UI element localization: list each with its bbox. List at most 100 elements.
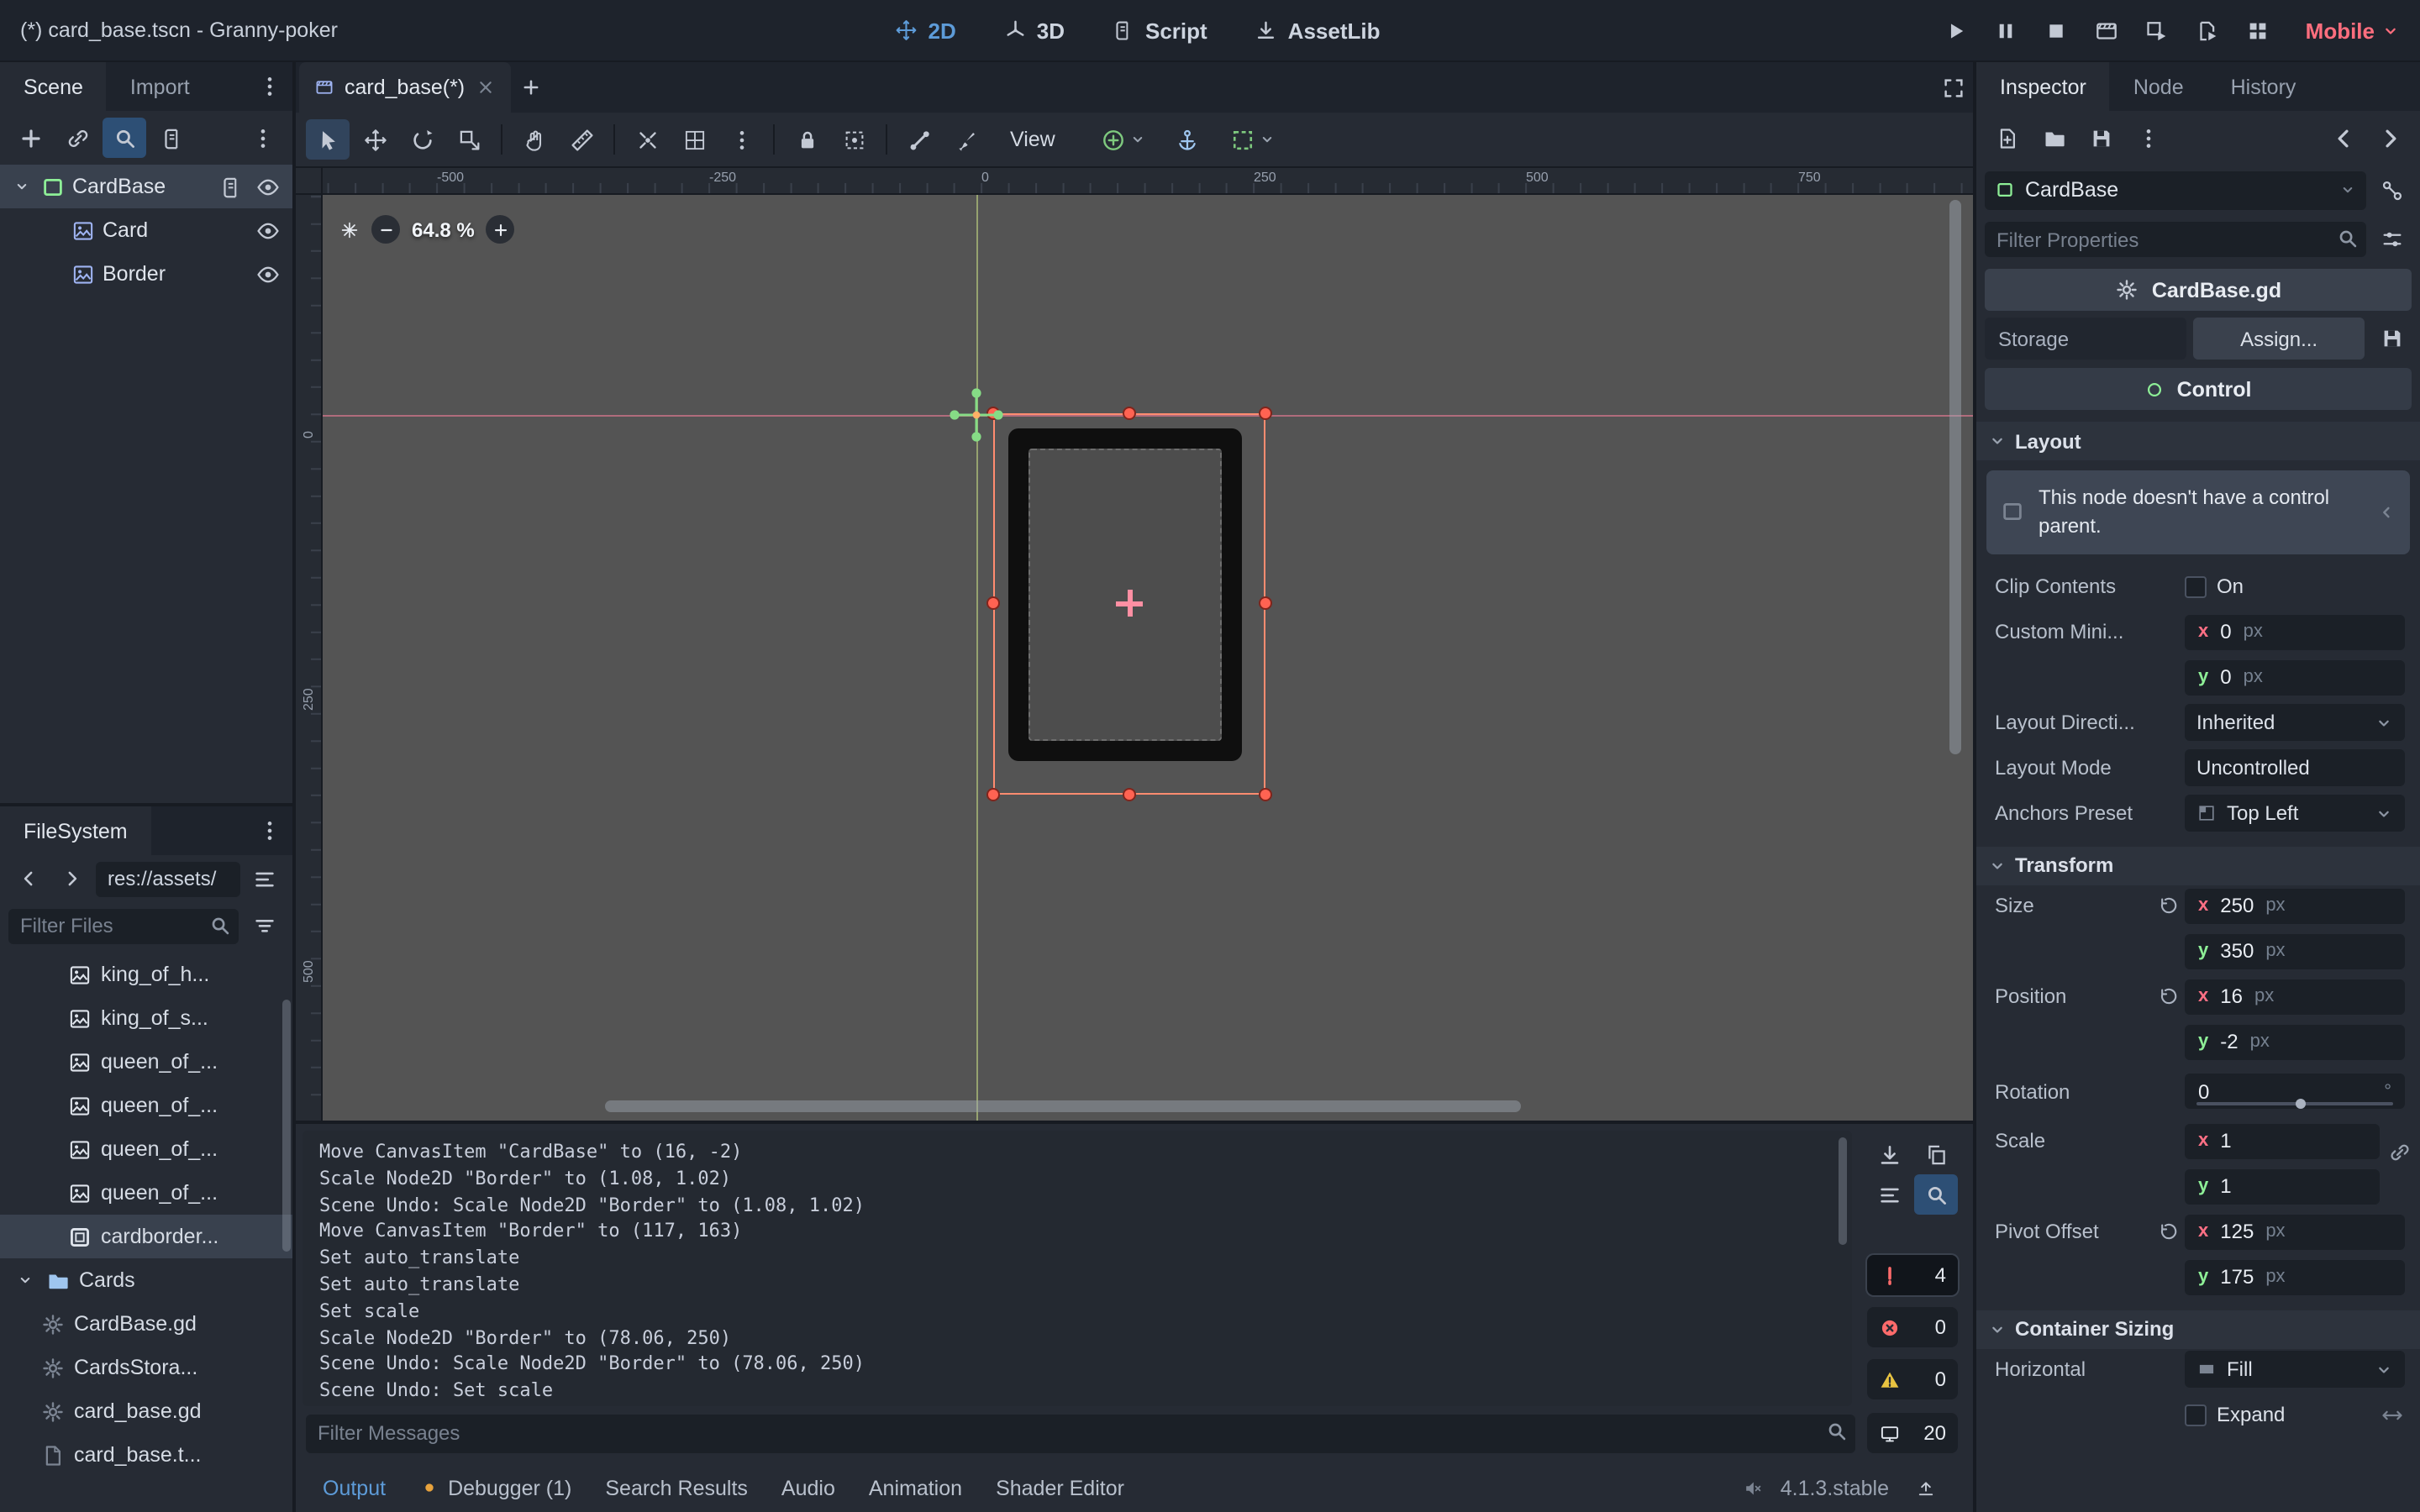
history-back-button[interactable] bbox=[2321, 118, 2365, 158]
node-selector-dropdown[interactable]: CardBase bbox=[1985, 171, 2366, 209]
expand-bottom-panel-button[interactable] bbox=[1906, 1469, 1946, 1506]
file-queen-of[interactable]: queen_of_... bbox=[0, 1084, 292, 1127]
nav-back-button[interactable] bbox=[8, 860, 49, 897]
run-target-dropdown[interactable]: Mobile bbox=[2306, 18, 2400, 43]
snap-indicator-icon[interactable] bbox=[339, 219, 360, 239]
tree-node-card[interactable]: Card bbox=[0, 208, 292, 252]
load-resource-button[interactable] bbox=[2032, 118, 2075, 158]
scale-x-field[interactable]: x 1 bbox=[2185, 1123, 2380, 1158]
bottom-tab-output[interactable]: Output bbox=[323, 1476, 386, 1499]
file-king-of-s[interactable]: king_of_s... bbox=[0, 996, 292, 1040]
rotation-slider[interactable] bbox=[2196, 1102, 2393, 1105]
dock-tab-import[interactable]: Import bbox=[107, 62, 213, 111]
workspace-2d[interactable]: 2D bbox=[877, 11, 972, 50]
visibility-toggle[interactable] bbox=[249, 212, 286, 249]
tree-node-cardbase[interactable]: CardBase bbox=[0, 165, 292, 208]
revert-icon[interactable] bbox=[2158, 1221, 2180, 1242]
file-cardbase-gd[interactable]: CardBase.gd bbox=[0, 1302, 292, 1346]
resource-path-input[interactable] bbox=[96, 861, 240, 896]
save-resource-button[interactable] bbox=[2371, 320, 2412, 357]
zoom-in-button[interactable] bbox=[487, 215, 515, 244]
play-custom-button[interactable] bbox=[2185, 10, 2230, 50]
file-cardborder[interactable]: cardborder... bbox=[0, 1215, 292, 1258]
selection-handle[interactable] bbox=[1259, 596, 1272, 610]
mute-icon[interactable] bbox=[1744, 1478, 1764, 1498]
add-node-button[interactable] bbox=[8, 118, 52, 158]
file-cards[interactable]: Cards bbox=[0, 1258, 292, 1302]
add-resource-button[interactable] bbox=[1985, 118, 2028, 158]
selection-handle[interactable] bbox=[986, 788, 1000, 801]
scene-more-button[interactable] bbox=[240, 118, 284, 158]
region-select-dropdown[interactable] bbox=[1223, 122, 1282, 157]
lock-tool-button[interactable] bbox=[785, 119, 829, 160]
badge-error-line[interactable]: 4 bbox=[1867, 1255, 1958, 1295]
stop-button[interactable] bbox=[2033, 10, 2079, 50]
file-cardsstora[interactable]: CardsStora... bbox=[0, 1346, 292, 1389]
tree-node-border[interactable]: Border bbox=[0, 252, 292, 296]
revert-icon[interactable] bbox=[2158, 985, 2180, 1007]
smart-snap-tool-button[interactable] bbox=[625, 119, 669, 160]
close-tab-icon[interactable] bbox=[475, 77, 495, 97]
filter-messages-input[interactable] bbox=[306, 1414, 1855, 1452]
bottom-tab-shader-editor[interactable]: Shader Editor bbox=[996, 1476, 1124, 1499]
snap-options-tool-button[interactable] bbox=[719, 119, 763, 160]
visibility-toggle[interactable] bbox=[249, 168, 286, 205]
export-log-button[interactable] bbox=[1867, 1134, 1911, 1174]
selection-handle[interactable] bbox=[1123, 407, 1136, 420]
bottom-tab-search-results[interactable]: Search Results bbox=[605, 1476, 748, 1499]
scale-link-icon[interactable] bbox=[2388, 1140, 2412, 1163]
filter-properties-input[interactable] bbox=[1985, 222, 2366, 257]
horizontal-scrollbar[interactable] bbox=[605, 1100, 1521, 1112]
attached-script-button[interactable] bbox=[212, 168, 249, 205]
rotation-field[interactable]: 0 ° bbox=[2185, 1074, 2405, 1109]
bottom-tab-animation[interactable]: Animation bbox=[869, 1476, 962, 1499]
workspace-3d[interactable]: 3D bbox=[986, 11, 1081, 50]
anchors-preset-dropdown[interactable]: Top Left bbox=[2185, 795, 2405, 832]
filter-files-input[interactable] bbox=[8, 908, 239, 943]
expander-icon[interactable] bbox=[13, 1268, 37, 1292]
view-menu-button[interactable]: View bbox=[992, 123, 1074, 156]
sort-files-button[interactable] bbox=[244, 907, 284, 944]
inspector-tab-inspector[interactable]: Inspector bbox=[1976, 62, 2110, 111]
layout-direction-dropdown[interactable]: Inherited bbox=[2185, 704, 2405, 741]
visibility-toggle[interactable] bbox=[249, 255, 286, 292]
bottom-tab-audio[interactable]: Audio bbox=[781, 1476, 835, 1499]
position-x-field[interactable]: x 16 px bbox=[2185, 979, 2405, 1014]
dock-tab-scene[interactable]: Scene bbox=[0, 62, 107, 111]
file-card-base-gd[interactable]: card_base.gd bbox=[0, 1389, 292, 1433]
badge-error-circle[interactable]: 0 bbox=[1867, 1307, 1958, 1347]
movie-button[interactable] bbox=[2084, 10, 2129, 50]
size-x-field[interactable]: x 250 px bbox=[2185, 888, 2405, 923]
control-class-header[interactable]: Control bbox=[1985, 368, 2412, 410]
file-card-base-t[interactable]: card_base.t... bbox=[0, 1433, 292, 1477]
zoom-level[interactable]: 64.8 % bbox=[412, 218, 475, 241]
split-mode-button[interactable] bbox=[244, 860, 284, 897]
file-king-of-h[interactable]: king_of_h... bbox=[0, 953, 292, 996]
pan-tool-button[interactable] bbox=[513, 119, 556, 160]
log-scrollbar[interactable] bbox=[1839, 1137, 1847, 1245]
assign-button[interactable]: Assign... bbox=[2193, 318, 2365, 360]
workspace-assetlib[interactable]: AssetLib bbox=[1238, 11, 1397, 50]
pivot-x-field[interactable]: x 125 px bbox=[2185, 1214, 2405, 1249]
nav-forward-button[interactable] bbox=[52, 860, 92, 897]
more-button[interactable] bbox=[2126, 118, 2170, 158]
bottom-tab-debugger-1[interactable]: Debugger (1) bbox=[419, 1476, 571, 1499]
workspace-script[interactable]: Script bbox=[1095, 11, 1224, 50]
layout-mode-dropdown[interactable]: Uncontrolled bbox=[2185, 749, 2405, 786]
badge-monitor[interactable]: 20 bbox=[1867, 1413, 1958, 1453]
filesystem-menu-button[interactable] bbox=[249, 812, 289, 849]
scale-tool-button[interactable] bbox=[447, 119, 491, 160]
rotate-tool-button[interactable] bbox=[400, 119, 444, 160]
custom-min-x-field[interactable]: x 0 px bbox=[2185, 614, 2405, 649]
zoom-out-button[interactable] bbox=[371, 215, 400, 244]
move-gizmo[interactable] bbox=[946, 385, 1007, 445]
size-y-field[interactable]: y 350 px bbox=[2185, 933, 2405, 969]
search-log-button[interactable] bbox=[1914, 1174, 1958, 1215]
search-button[interactable] bbox=[103, 118, 146, 158]
inspector-tools-button[interactable] bbox=[2371, 221, 2412, 258]
add-node-canvas-dropdown[interactable] bbox=[1094, 122, 1153, 157]
grid-snap-tool-button[interactable] bbox=[672, 119, 716, 160]
new-scene-tab-button[interactable] bbox=[510, 69, 550, 106]
anchor-button[interactable] bbox=[1166, 119, 1210, 160]
horizontal-sizing-dropdown[interactable]: Fill bbox=[2185, 1351, 2405, 1388]
